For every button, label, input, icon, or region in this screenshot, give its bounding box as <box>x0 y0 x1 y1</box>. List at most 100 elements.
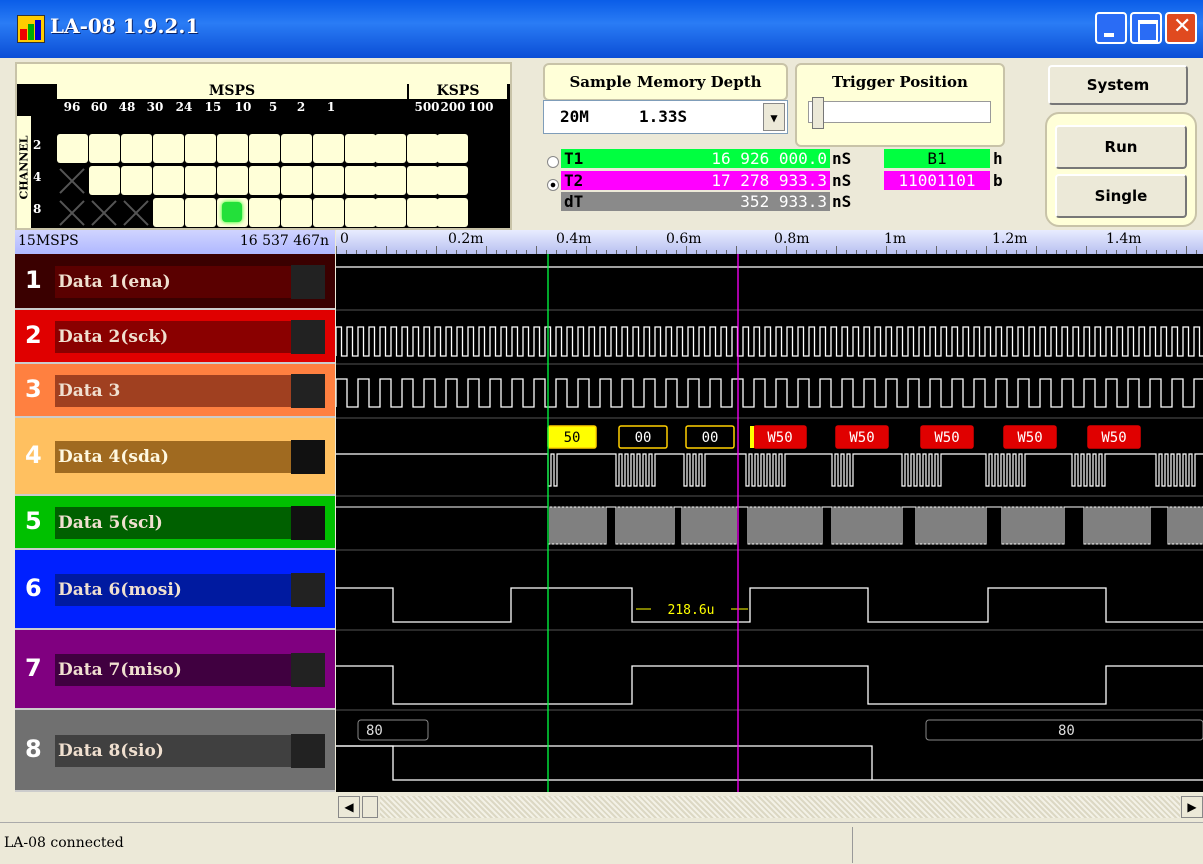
ruler-tick <box>1136 246 1137 254</box>
rate-cell[interactable] <box>313 166 344 195</box>
rate-cell[interactable] <box>281 134 312 163</box>
rate-cell[interactable] <box>407 198 438 227</box>
memory-depth-select[interactable]: 20M 1.33S ▼ <box>543 100 788 134</box>
rate-cell[interactable] <box>375 166 406 195</box>
trigger-edge-icon[interactable] <box>291 320 325 354</box>
ruler-tick-label: 1.4m <box>1106 231 1142 247</box>
rate-cell[interactable] <box>375 198 406 227</box>
sample-rate: 15MSPS <box>18 233 79 249</box>
rate-cell[interactable] <box>437 134 468 163</box>
trigger-edge-icon[interactable] <box>291 440 325 474</box>
sda-decode-label: 50 <box>564 430 581 446</box>
scroll-thumb[interactable] <box>362 796 378 818</box>
scroll-track[interactable] <box>380 796 1180 818</box>
channel-name[interactable]: Data 3 <box>55 375 301 407</box>
channel-name[interactable]: Data 8(sio) <box>55 735 301 767</box>
channel-row-4[interactable]: 4 Data 4(sda) <box>15 418 335 496</box>
channel-name[interactable]: Data 2(sck) <box>55 321 301 353</box>
ruler-tick <box>986 246 987 254</box>
ruler-tick <box>636 246 637 254</box>
sda-decode-label: W50 <box>849 430 874 446</box>
trigger-edge-icon[interactable] <box>291 265 325 299</box>
rate-cell[interactable] <box>249 198 280 227</box>
rate-cell[interactable] <box>313 198 344 227</box>
rate-cell[interactable] <box>217 198 248 227</box>
trigger-edge-icon[interactable] <box>291 653 325 687</box>
scroll-right-arrow-icon[interactable]: ▶ <box>1181 796 1203 818</box>
channel-number: 4 <box>25 441 42 469</box>
ruler-tick <box>686 246 687 254</box>
rate-cell[interactable] <box>345 198 376 227</box>
channel-name[interactable]: Data 1(ena) <box>55 266 301 298</box>
rate-cell[interactable] <box>407 134 438 163</box>
scroll-left-arrow-icon[interactable]: ◀ <box>338 796 360 818</box>
trigger-position-slider[interactable] <box>808 97 991 133</box>
trigger-edge-icon[interactable] <box>291 573 325 607</box>
trigger-edge-icon[interactable] <box>291 506 325 540</box>
rate-cell[interactable] <box>345 166 376 195</box>
channel-row-3[interactable]: 3 Data 3 <box>15 364 335 418</box>
channel-name[interactable]: Data 6(mosi) <box>55 574 301 606</box>
bin-value: 11001101 <box>884 171 990 190</box>
rate-cell[interactable] <box>249 134 280 163</box>
rate-cell[interactable] <box>153 134 184 163</box>
rate-cell[interactable] <box>437 198 468 227</box>
rate-cell[interactable] <box>313 134 344 163</box>
sio-decode-label: 80 <box>1058 723 1075 739</box>
ch6-trace <box>336 587 1203 623</box>
rate-cell[interactable] <box>89 166 120 195</box>
sio-decode-label: 80 <box>366 723 383 739</box>
bin-unit: b <box>993 171 1003 190</box>
rate-cell[interactable] <box>57 134 88 163</box>
channel-row-6[interactable]: 6 Data 6(mosi) <box>15 550 335 630</box>
rate-cell[interactable] <box>217 134 248 163</box>
rate-60: 60 <box>90 100 108 114</box>
rate-cell[interactable] <box>345 134 376 163</box>
rate-cell[interactable] <box>375 134 406 163</box>
channel-row-8[interactable]: 8 Data 8(sio) <box>15 710 335 792</box>
rate-cell[interactable] <box>185 166 216 195</box>
rate-cell[interactable] <box>185 134 216 163</box>
rate-cell[interactable] <box>281 198 312 227</box>
channel-name[interactable]: Data 7(miso) <box>55 654 301 686</box>
rate-cell[interactable] <box>407 166 438 195</box>
chevron-down-icon[interactable]: ▼ <box>763 103 785 131</box>
ruler-tick <box>436 246 437 254</box>
rate-cell[interactable] <box>437 166 468 195</box>
t2-radio[interactable] <box>547 179 559 191</box>
rate-100: 100 <box>468 100 494 114</box>
channel-name[interactable]: Data 4(sda) <box>55 441 301 473</box>
channel-row-2[interactable]: 2 Data 2(sck) <box>15 310 335 364</box>
rate-cell[interactable] <box>249 166 280 195</box>
run-button[interactable]: Run <box>1055 125 1187 169</box>
t1-radio[interactable] <box>547 156 559 168</box>
rate-cell[interactable] <box>153 166 184 195</box>
rate-cell[interactable] <box>153 198 184 227</box>
trigger-edge-icon[interactable] <box>291 734 325 768</box>
app-icon[interactable] <box>17 15 45 43</box>
channel-name[interactable]: Data 5(scl) <box>55 507 301 539</box>
minimize-button[interactable] <box>1095 12 1127 44</box>
single-button[interactable]: Single <box>1055 174 1187 218</box>
rate-cell[interactable] <box>281 166 312 195</box>
channel-row-7[interactable]: 7 Data 7(miso) <box>15 630 335 710</box>
rate-cell[interactable] <box>89 134 120 163</box>
ch5-trace <box>336 506 1203 545</box>
rate-cell[interactable] <box>121 134 152 163</box>
waveform-display[interactable]: 50 00 00 W50 W50 W50 W50 W50 218.6u 80 80 <box>336 254 1203 792</box>
trigger-edge-icon[interactable] <box>291 374 325 408</box>
time-ruler[interactable]: 0 0.2m 0.4m 0.6m 0.8m 1m 1.2m 1.4m <box>336 230 1203 254</box>
ruler-tick <box>836 246 837 254</box>
rate-cell[interactable] <box>121 166 152 195</box>
close-button[interactable]: ✕ <box>1165 12 1197 44</box>
rate-cell[interactable] <box>185 198 216 227</box>
slider-thumb[interactable] <box>812 97 824 129</box>
system-button[interactable]: System <box>1048 65 1188 105</box>
channel-row-1[interactable]: 1 Data 1(ena) <box>15 254 335 310</box>
maximize-button[interactable] <box>1130 12 1162 44</box>
ksps-label: KSPS <box>409 83 507 99</box>
horizontal-scrollbar[interactable]: ◀ ▶ <box>15 792 1203 822</box>
rate-cell[interactable] <box>217 166 248 195</box>
ruler-tick-label: 0.4m <box>556 231 592 247</box>
channel-row-5[interactable]: 5 Data 5(scl) <box>15 496 335 550</box>
